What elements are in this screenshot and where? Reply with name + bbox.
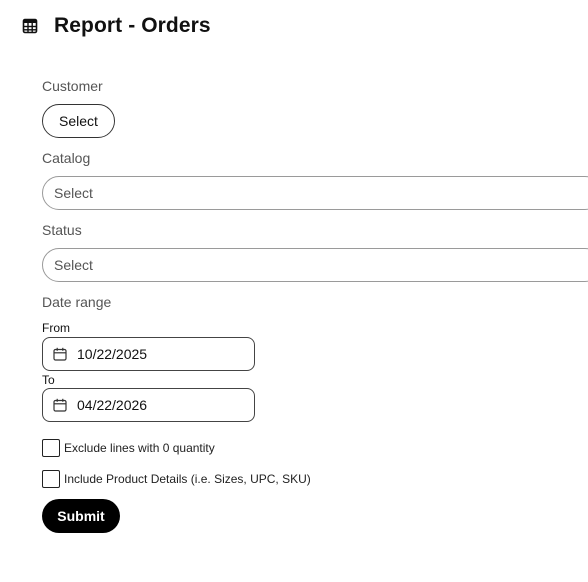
calendar-icon [53,347,67,361]
exclude-zero-checkbox[interactable] [42,439,60,457]
table-icon [22,18,38,34]
catalog-label: Catalog [42,150,91,166]
page-header: Report - Orders [22,14,211,38]
catalog-select-placeholder: Select [54,185,93,201]
customer-select-button[interactable]: Select [42,104,115,138]
to-date-field[interactable]: 04/22/2026 [42,388,255,422]
to-date-value: 04/22/2026 [77,397,148,413]
submit-button[interactable]: Submit [42,499,120,533]
date-range-label: Date range [42,294,112,310]
exclude-zero-option: Exclude lines with 0 quantity [42,439,215,457]
from-label: From [42,321,70,335]
exclude-zero-label[interactable]: Exclude lines with 0 quantity [64,441,215,455]
catalog-select[interactable]: Select [42,176,588,210]
from-date-value: 10/22/2025 [77,346,148,362]
include-details-option: Include Product Details (i.e. Sizes, UPC… [42,470,311,488]
calendar-icon [53,398,67,412]
page-title: Report - Orders [54,14,211,37]
status-select[interactable]: Select [42,248,588,282]
status-label: Status [42,222,82,238]
include-details-label[interactable]: Include Product Details (i.e. Sizes, UPC… [64,472,311,486]
from-date-field[interactable]: 10/22/2025 [42,337,255,371]
customer-label: Customer [42,78,103,94]
status-select-placeholder: Select [54,257,93,273]
include-details-checkbox[interactable] [42,470,60,488]
to-label: To [42,373,55,387]
